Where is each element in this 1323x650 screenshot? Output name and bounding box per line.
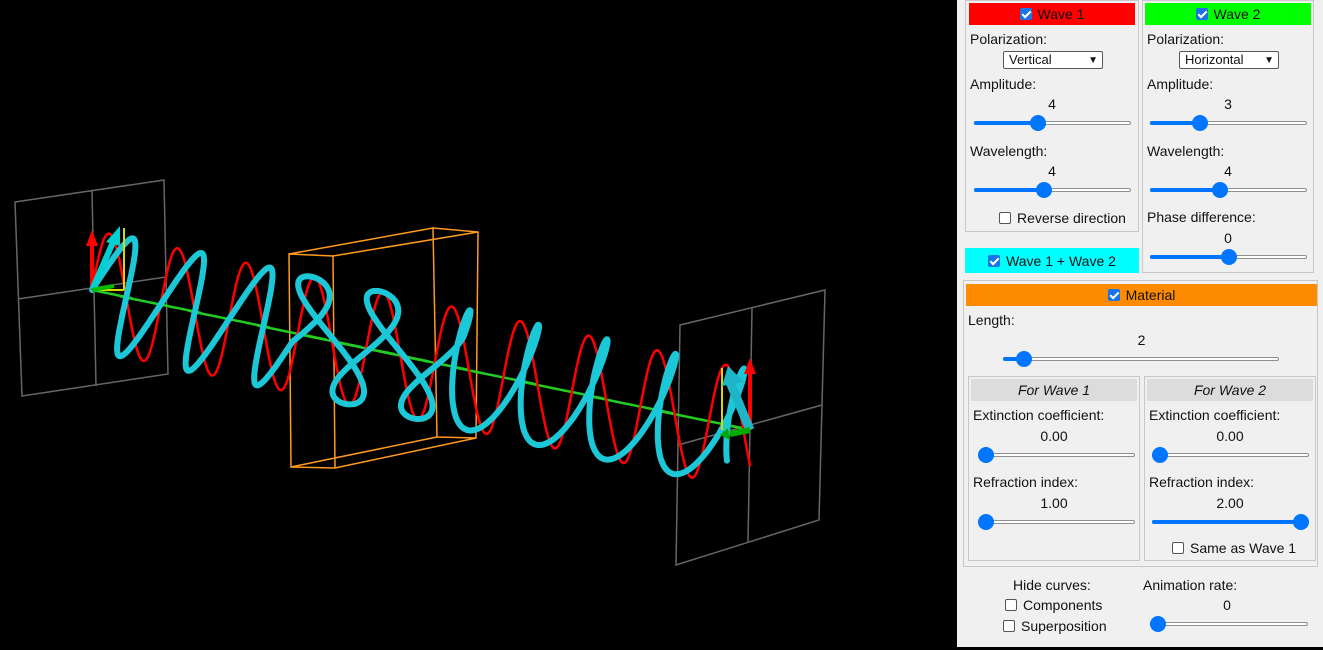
slider-fill xyxy=(1150,255,1229,259)
wave1-extinction-slider[interactable] xyxy=(978,447,1135,463)
slider-thumb[interactable] xyxy=(1030,115,1047,131)
animation-rate-slider[interactable] xyxy=(1150,616,1308,632)
sum-title: Wave 1 + Wave 2 xyxy=(1006,252,1116,269)
wave2-checkbox[interactable] xyxy=(1195,8,1208,20)
material-length-label: Length: xyxy=(968,312,1015,328)
wave1-wavelength-value: 4 xyxy=(1048,163,1056,179)
same-as-wave1-checkbox[interactable] xyxy=(1172,542,1184,554)
wave1-header[interactable]: Wave 1 xyxy=(969,3,1135,25)
hide-superposition-row[interactable]: Superposition xyxy=(1003,618,1107,634)
material-length-value: 2 xyxy=(1137,332,1146,348)
hide-components-row[interactable]: Components xyxy=(1005,597,1102,613)
wave2-polarization-label: Polarization: xyxy=(1147,31,1225,47)
wave1-extinction-label: Extinction coefficient: xyxy=(973,407,1105,423)
slider-track[interactable] xyxy=(1152,453,1309,457)
chevron-down-icon: ▼ xyxy=(1264,55,1274,66)
same-as-wave1-row[interactable]: Same as Wave 1 xyxy=(1172,540,1296,556)
slider-track[interactable] xyxy=(1003,357,1279,361)
wave2-extinction-label: Extinction coefficient: xyxy=(1149,407,1281,423)
wave1-refraction-label: Refraction index: xyxy=(973,474,1079,490)
animation-rate-value: 0 xyxy=(1223,597,1231,613)
wave1-polarization-select[interactable]: Vertical ▼ xyxy=(1003,51,1103,69)
same-as-wave1-label: Same as Wave 1 xyxy=(1190,540,1297,556)
phase-difference-label: Phase difference: xyxy=(1147,209,1256,225)
wave2-refraction-value: 2.00 xyxy=(1216,495,1244,511)
wave1-extinction-value: 0.00 xyxy=(1040,428,1068,444)
wave2-amplitude-label: Amplitude: xyxy=(1147,76,1214,92)
wave1-amplitude-value: 4 xyxy=(1048,96,1056,112)
slider-track[interactable] xyxy=(978,453,1135,457)
wave2-extinction-value: 0.00 xyxy=(1216,428,1244,444)
hide-components-label: Components xyxy=(1023,597,1103,613)
for-wave2-box: For Wave 2 Extinction coefficient: 0.00 … xyxy=(1144,376,1316,561)
wave2-wavelength-slider[interactable] xyxy=(1150,182,1307,198)
hide-curves-label: Hide curves: xyxy=(1013,577,1091,593)
wave1-refraction-value: 1.00 xyxy=(1040,495,1068,511)
slider-fill xyxy=(1152,520,1301,524)
wave1-wavelength-slider[interactable] xyxy=(974,182,1131,198)
for-wave1-box: For Wave 1 Extinction coefficient: 0.00 … xyxy=(968,376,1140,561)
material-length-slider[interactable] xyxy=(1003,351,1279,367)
wave1-title: Wave 1 xyxy=(1037,6,1085,22)
slider-fill xyxy=(1150,188,1221,192)
for-wave1-title: For Wave 1 xyxy=(971,379,1137,401)
wave2-wavelength-label: Wavelength: xyxy=(1147,143,1225,159)
hide-superposition-label: Superposition xyxy=(1021,618,1107,634)
slider-track[interactable] xyxy=(978,520,1135,524)
animation-rate-label: Animation rate: xyxy=(1143,577,1238,593)
material-header[interactable]: Material xyxy=(966,284,1317,306)
wave-3d-viewport[interactable] xyxy=(0,0,957,647)
superposition-curve xyxy=(89,235,748,478)
wave1-refraction-slider[interactable] xyxy=(978,514,1135,530)
wave2-extinction-slider[interactable] xyxy=(1152,447,1309,463)
wave2-header[interactable]: Wave 2 xyxy=(1145,3,1311,25)
slider-track[interactable] xyxy=(1150,622,1308,626)
reverse-direction-label: Reverse direction xyxy=(1017,210,1126,226)
slider-thumb[interactable] xyxy=(1016,351,1032,367)
sum-checkbox[interactable] xyxy=(988,254,1001,267)
hide-components-checkbox[interactable] xyxy=(1005,599,1017,611)
sum-header[interactable]: Wave 1 + Wave 2 xyxy=(965,248,1139,273)
phase-difference-value: 0 xyxy=(1224,230,1232,246)
control-panel: Wave 1 Polarization: Vertical ▼ Amplitude… xyxy=(957,0,1323,647)
slider-thumb[interactable] xyxy=(1212,182,1229,198)
wave2-amplitude-value: 3 xyxy=(1224,96,1232,112)
material-slab xyxy=(288,227,479,469)
wave-3d-canvas xyxy=(14,179,826,567)
material-box: Material Length: 2 For Wave 1 Extinction… xyxy=(963,280,1318,567)
hide-superposition-checkbox[interactable] xyxy=(1003,620,1015,632)
wave1-amplitude-label: Amplitude: xyxy=(970,76,1037,92)
chevron-down-icon: ▼ xyxy=(1088,55,1098,66)
material-checkbox[interactable] xyxy=(1107,289,1120,301)
slider-thumb[interactable] xyxy=(1220,249,1237,265)
wave1-amplitude-slider[interactable] xyxy=(974,115,1131,131)
wave1-wavelength-label: Wavelength: xyxy=(970,143,1048,159)
slider-thumb[interactable] xyxy=(1036,182,1053,198)
slider-thumb[interactable] xyxy=(1192,115,1209,131)
slider-thumb[interactable] xyxy=(1293,514,1309,530)
phase-difference-slider[interactable] xyxy=(1150,249,1307,265)
wave1-checkbox[interactable] xyxy=(1019,8,1032,20)
slider-fill xyxy=(974,121,1039,125)
wave1-reverse-row[interactable]: Reverse direction xyxy=(999,210,1126,226)
reverse-direction-checkbox[interactable] xyxy=(999,212,1011,224)
wave2-wavelength-value: 4 xyxy=(1224,163,1232,179)
wave2-box: Wave 2 Polarization: Horizontal ▼ Amplitu… xyxy=(1142,0,1314,273)
slider-thumb[interactable] xyxy=(1150,616,1166,632)
wave2-amplitude-slider[interactable] xyxy=(1150,115,1307,131)
wave2-refraction-slider[interactable] xyxy=(1152,514,1309,530)
wave1-polarization-label: Polarization: xyxy=(970,31,1048,47)
wave2-polarization-select[interactable]: Horizontal ▼ xyxy=(1179,51,1279,69)
slider-thumb[interactable] xyxy=(1152,447,1168,463)
material-title: Material xyxy=(1125,287,1176,303)
slider-thumb[interactable] xyxy=(978,514,994,530)
wave1-box: Wave 1 Polarization: Vertical ▼ Amplitude… xyxy=(965,0,1139,232)
slider-thumb[interactable] xyxy=(978,447,994,463)
for-wave2-title: For Wave 2 xyxy=(1147,379,1313,401)
wave2-curve xyxy=(90,288,743,430)
slider-fill xyxy=(974,188,1045,192)
wave2-refraction-label: Refraction index: xyxy=(1149,474,1255,490)
wave2-title: Wave 2 xyxy=(1213,6,1261,22)
